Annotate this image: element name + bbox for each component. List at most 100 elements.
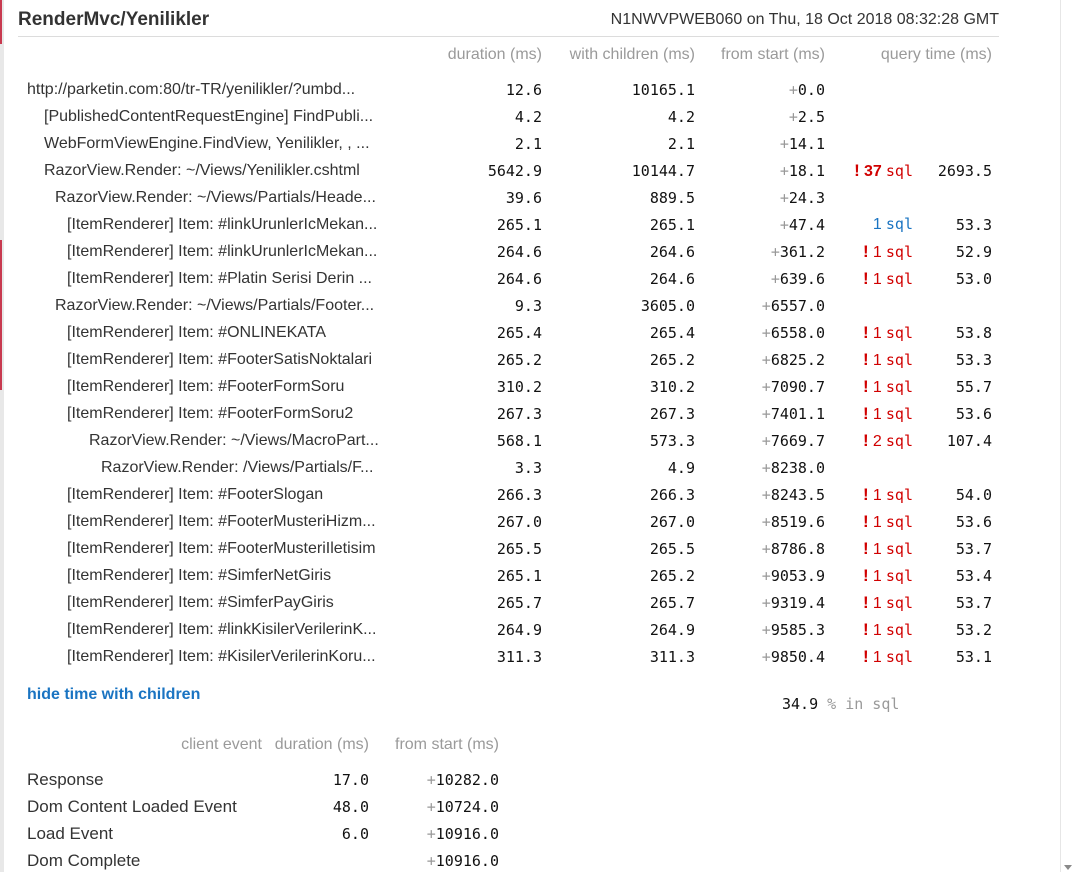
sql-count[interactable]: 1	[873, 325, 882, 342]
plus-sign: +	[761, 377, 771, 396]
sql-link[interactable]: sql	[886, 486, 913, 504]
sql-info-cell	[825, 76, 913, 103]
timing-label[interactable]: [ItemRenderer] Item: #SimferNetGiris	[27, 567, 331, 585]
sql-count[interactable]: 1	[873, 271, 882, 288]
sql-link[interactable]: sql	[886, 594, 913, 612]
sql-info-cell	[825, 184, 913, 211]
query-time: 53.4	[955, 566, 992, 585]
sql-link[interactable]: sql	[886, 567, 913, 585]
timing-label[interactable]: [ItemRenderer] Item: #FooterFormSoru2	[27, 405, 353, 423]
plus-sign: +	[761, 296, 771, 315]
timing-label[interactable]: [ItemRenderer] Item: #Platin Serisi Deri…	[27, 270, 372, 288]
timing-row: RazorView.Render: ~/Views/Partials/Heade…	[27, 184, 992, 211]
timing-label[interactable]: [ItemRenderer] Item: #KisilerVerilerinKo…	[27, 648, 376, 666]
sql-info-cell[interactable]: ! 1 sql	[825, 400, 913, 427]
sql-link[interactable]: sql	[886, 621, 913, 639]
vertical-scrollbar[interactable]	[1060, 0, 1075, 872]
sql-link[interactable]: sql	[886, 324, 913, 342]
sql-link[interactable]: sql	[886, 540, 913, 558]
sql-link[interactable]: sql	[886, 513, 913, 531]
timing-label[interactable]: [ItemRenderer] Item: #linkUrunlerIcMekan…	[27, 216, 377, 234]
timing-with-children: 4.9	[667, 458, 695, 477]
sql-info-cell[interactable]: ! 1 sql	[825, 616, 913, 643]
sql-info-cell[interactable]: ! 2 sql	[825, 427, 913, 454]
timing-label-cell: [ItemRenderer] Item: #FooterFormSoru2	[27, 400, 419, 427]
sql-count[interactable]: 1	[873, 514, 882, 531]
client-event-row: Response 17.0 +10282.0	[27, 766, 499, 793]
sql-count[interactable]: 1	[873, 352, 882, 369]
sql-info-cell[interactable]: ! 1 sql	[825, 508, 913, 535]
sql-info-cell[interactable]: 1 sql	[825, 211, 913, 238]
timing-from-start: 639.6	[779, 269, 825, 288]
timing-label[interactable]: [ItemRenderer] Item: #linkUrunlerIcMekan…	[27, 243, 377, 261]
timing-label[interactable]: RazorView.Render: /Views/Partials/F...	[27, 459, 373, 477]
sql-info-cell[interactable]: ! 1 sql	[825, 265, 913, 292]
timing-label[interactable]: RazorView.Render: ~/Views/Yenilikler.csh…	[27, 162, 360, 180]
plus-sign: +	[761, 647, 771, 666]
timing-from-start-cell: +9053.9	[695, 562, 825, 589]
sql-count[interactable]: 37	[864, 163, 882, 180]
sql-count[interactable]: 2	[873, 433, 882, 450]
sql-count[interactable]: 1	[873, 244, 882, 261]
sql-link[interactable]: sql	[886, 351, 913, 369]
timing-label[interactable]: RazorView.Render: ~/Views/MacroPart...	[27, 432, 379, 450]
sql-info-cell[interactable]: ! 1 sql	[825, 643, 913, 670]
scroll-down-arrow-icon[interactable]	[1064, 865, 1072, 870]
timing-from-start: 8786.8	[770, 539, 825, 558]
hide-time-with-children-link[interactable]: hide time with children	[27, 686, 200, 704]
query-time-column-header: query time (ms)	[880, 46, 992, 63]
sql-count[interactable]: 1	[873, 541, 882, 558]
timing-label[interactable]: RazorView.Render: ~/Views/Partials/Foote…	[27, 297, 374, 315]
timing-label[interactable]: WebFormViewEngine.FindView, Yenilikler, …	[27, 135, 370, 153]
sql-info-cell[interactable]: ! 1 sql	[825, 535, 913, 562]
timing-duration: 264.9	[496, 620, 542, 639]
sql-count[interactable]: 1	[873, 649, 882, 666]
timings-table: duration (ms) with children (ms) from st…	[27, 46, 992, 670]
sql-link[interactable]: sql	[886, 432, 913, 450]
timing-label[interactable]: [ItemRenderer] Item: #linkKisilerVeriler…	[27, 621, 376, 639]
plus-sign: +	[761, 404, 771, 423]
sql-info-cell[interactable]: ! 37 sql	[825, 157, 913, 184]
sql-count[interactable]: 1	[873, 595, 882, 612]
sql-count[interactable]: 1	[873, 622, 882, 639]
sql-info-cell[interactable]: ! 1 sql	[825, 373, 913, 400]
timing-label[interactable]: [ItemRenderer] Item: #FooterMusteriHizm.…	[27, 513, 376, 531]
sql-info-cell[interactable]: ! 1 sql	[825, 562, 913, 589]
timing-label[interactable]: [ItemRenderer] Item: #ONLINEKATA	[27, 324, 326, 342]
timing-from-start: 9585.3	[770, 620, 825, 639]
sql-link[interactable]: sql	[886, 405, 913, 423]
duplicate-query-warning-icon: !	[862, 241, 869, 261]
timing-label[interactable]: [PublishedContentRequestEngine] FindPubl…	[27, 108, 373, 126]
sql-count[interactable]: 1	[873, 216, 882, 233]
timing-from-start-cell: +0.0	[695, 76, 825, 103]
timing-from-start-cell: +8786.8	[695, 535, 825, 562]
sql-link[interactable]: sql	[886, 648, 913, 666]
sql-count[interactable]: 1	[873, 568, 882, 585]
sql-link[interactable]: sql	[886, 243, 913, 261]
timing-with-children: 4.2	[667, 107, 695, 126]
timing-label[interactable]: [ItemRenderer] Item: #FooterSlogan	[27, 486, 323, 504]
sql-link[interactable]: sql	[886, 162, 913, 180]
sql-info-cell[interactable]: ! 1 sql	[825, 589, 913, 616]
plus-sign: +	[761, 431, 771, 450]
timing-label[interactable]: [ItemRenderer] Item: #FooterFormSoru	[27, 378, 344, 396]
timing-label[interactable]: RazorView.Render: ~/Views/Partials/Heade…	[27, 189, 376, 207]
sql-count[interactable]: 1	[873, 406, 882, 423]
sql-info-cell[interactable]: ! 1 sql	[825, 481, 913, 508]
timing-row: [ItemRenderer] Item: #Platin Serisi Deri…	[27, 265, 992, 292]
sql-link[interactable]: sql	[886, 270, 913, 288]
sql-count[interactable]: 1	[873, 487, 882, 504]
duplicate-query-warning-icon: !	[862, 322, 869, 342]
timing-label[interactable]: http://parketin.com:80/tr-TR/yenilikler/…	[27, 81, 355, 99]
sql-info-cell[interactable]: ! 1 sql	[825, 346, 913, 373]
timing-with-children: 264.9	[649, 620, 695, 639]
timing-label[interactable]: [ItemRenderer] Item: #FooterMusteriIleti…	[27, 540, 376, 558]
plus-sign: +	[761, 458, 771, 477]
sql-info-cell[interactable]: ! 1 sql	[825, 319, 913, 346]
timing-label[interactable]: [ItemRenderer] Item: #SimferPayGiris	[27, 594, 334, 612]
timing-label[interactable]: [ItemRenderer] Item: #FooterSatisNoktala…	[27, 351, 372, 369]
sql-link[interactable]: sql	[886, 215, 913, 233]
sql-link[interactable]: sql	[886, 378, 913, 396]
sql-info-cell[interactable]: ! 1 sql	[825, 238, 913, 265]
sql-count[interactable]: 1	[873, 379, 882, 396]
